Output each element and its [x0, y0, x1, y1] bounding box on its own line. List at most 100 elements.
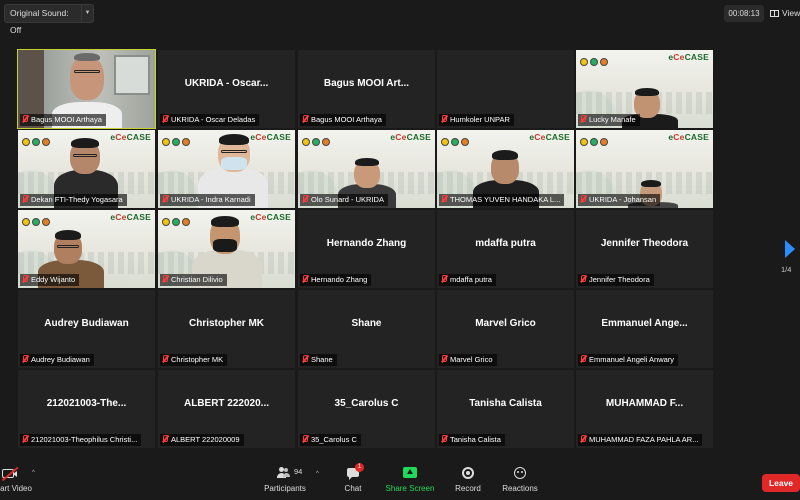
share-screen-button[interactable]: Share Screen: [385, 466, 435, 498]
participant-name-label: Bagus MOOI Arthaya: [300, 114, 386, 126]
participant-name-text: Bagus MOOI Arthaya: [311, 115, 382, 124]
ecase-logo: eCeCASE: [110, 212, 151, 222]
participant-name-label: Marvel Grico: [439, 354, 497, 366]
participant-name-display: mdaffa putra: [475, 238, 536, 249]
participant-tile[interactable]: eCeCASE Olo Sunard - UKRIDA: [298, 130, 435, 208]
sponsor-logo-icons: [441, 133, 471, 146]
participant-tile[interactable]: MUHAMMAD F... MUHAMMAD FAZA PAHLA AR...: [576, 370, 713, 448]
participant-name-label: UKRIDA - Johansan: [578, 194, 661, 206]
participant-tile[interactable]: 35_Carolus C 35_Carolus C: [298, 370, 435, 448]
participant-name-display: Audrey Budiawan: [44, 318, 129, 329]
participant-name-text: Emmanuel Angeli Anwary: [589, 355, 675, 364]
participant-tile[interactable]: Shane Shane: [298, 290, 435, 368]
participant-name-label: Emmanuel Angeli Anwary: [578, 354, 679, 366]
record-icon: [462, 467, 474, 479]
participant-tile[interactable]: Hernando Zhang Hernando Zhang: [298, 210, 435, 288]
participant-name-label: Olo Sunard - UKRIDA: [300, 194, 388, 206]
participant-tile[interactable]: Emmanuel Ange... Emmanuel Angeli Anwary: [576, 290, 713, 368]
participant-name-text: Lucky Manafe: [589, 115, 636, 124]
participant-name-display: 35_Carolus C: [334, 398, 399, 409]
mic-muted-icon: [162, 435, 168, 443]
participant-tile[interactable]: eCeCASE Lucky Manafe: [576, 50, 713, 128]
next-page-arrow-icon[interactable]: [783, 240, 797, 260]
mic-muted-icon: [162, 355, 168, 363]
mic-muted-icon: [441, 115, 447, 123]
meeting-toolbar: art Video ^ 94 Participants ^ 1 Chat Sha…: [0, 462, 800, 500]
participant-name-text: UKRIDA - Indra Karnadi: [171, 195, 251, 204]
participant-name-display: Shane: [351, 318, 382, 329]
share-screen-label: Share Screen: [385, 484, 435, 493]
participant-name-text: 35_Carolus C: [311, 435, 357, 444]
video-options-chevron-icon[interactable]: ^: [32, 470, 35, 476]
participant-tile[interactable]: eCeCASE THOMAS YUVEN HANDAKA L...: [437, 130, 574, 208]
mic-muted-icon: [22, 115, 28, 123]
participant-tile[interactable]: eCeCASE Christian Dilivio: [158, 210, 295, 288]
participant-tile[interactable]: eCeCASE Dekan FTI-Thedy Yogasara: [18, 130, 155, 208]
participant-tile[interactable]: ALBERT 222020... ALBERT 222020009: [158, 370, 295, 448]
mic-muted-icon: [302, 275, 308, 283]
participant-name-display: UKRIDA - Oscar...: [184, 78, 269, 89]
mic-muted-icon: [302, 115, 308, 123]
participant-tile[interactable]: Humkoler UNPAR: [437, 50, 574, 128]
view-label: View: [782, 8, 800, 18]
zoom-meeting-window: Original Sound: Off ▼ 00:08:13 View Bagu…: [0, 0, 800, 500]
participant-name-text: Jennifer Theodora: [589, 275, 650, 284]
ecase-logo: eCeCASE: [390, 132, 431, 142]
participant-tile[interactable]: UKRIDA - Oscar... UKRIDA - Oscar Deladas: [158, 50, 295, 128]
participant-tile[interactable]: Bagus MOOI Arthaya: [17, 49, 156, 129]
participant-tile[interactable]: eCeCASE UKRIDA - Johansan: [576, 130, 713, 208]
participant-name-label: Hernando Zhang: [300, 274, 372, 286]
participants-button[interactable]: 94 Participants: [260, 466, 310, 498]
participant-name-display: 212021003-The...: [46, 398, 127, 409]
participant-name-display: ALBERT 222020...: [183, 398, 270, 409]
participant-name-label: 35_Carolus C: [300, 434, 361, 446]
reactions-button[interactable]: Reactions: [500, 466, 540, 498]
participant-tile[interactable]: Tanisha Calista Tanisha Calista: [437, 370, 574, 448]
mic-muted-icon: [580, 275, 586, 283]
participant-tile[interactable]: Christopher MK Christopher MK: [158, 290, 295, 368]
participant-name-label: UKRIDA - Indra Karnadi: [160, 194, 255, 206]
participant-name-label: Tanisha Calista: [439, 434, 505, 446]
participant-name-display: Tanisha Calista: [469, 398, 542, 409]
sponsor-logo-icons: [22, 213, 52, 226]
chevron-down-icon[interactable]: ▼: [82, 4, 94, 23]
mic-muted-icon: [22, 195, 28, 203]
participants-count: 94: [294, 467, 303, 476]
mic-muted-icon: [580, 195, 586, 203]
participant-name-text: Marvel Grico: [450, 355, 493, 364]
participant-name-text: UKRIDA - Oscar Deladas: [171, 115, 256, 124]
page-indicator: 1/4: [781, 265, 792, 274]
mic-muted-icon: [22, 355, 28, 363]
record-button[interactable]: Record: [453, 466, 483, 498]
mic-muted-icon: [22, 275, 28, 283]
participant-tile[interactable]: 212021003-The... 212021003-Theophilus Chr…: [18, 370, 155, 448]
participant-name-display: Marvel Grico: [475, 318, 536, 329]
mic-muted-icon: [302, 195, 308, 203]
original-sound-button[interactable]: Original Sound: Off: [4, 4, 82, 35]
participant-name-label: UKRIDA - Oscar Deladas: [160, 114, 260, 126]
participant-name-text: ALBERT 222020009: [171, 435, 240, 444]
chat-button[interactable]: 1 Chat: [338, 463, 368, 498]
ecase-logo: eCeCASE: [250, 132, 291, 142]
meeting-timer: 00:08:13: [724, 5, 764, 22]
gallery-view: Bagus MOOI Arthaya UKRIDA - Oscar... UKRID…: [17, 49, 718, 450]
mic-muted-icon: [302, 355, 308, 363]
participant-tile[interactable]: Bagus MOOI Art... Bagus MOOI Arthaya: [298, 50, 435, 128]
participant-name-label: mdaffa putra: [439, 274, 496, 286]
participant-tile[interactable]: Jennifer Theodora Jennifer Theodora: [576, 210, 713, 288]
sponsor-logo-icons: [302, 133, 332, 146]
view-button[interactable]: View: [770, 5, 800, 22]
participant-name-label: THOMAS YUVEN HANDAKA L...: [439, 194, 565, 206]
participant-name-text: Christopher MK: [171, 355, 224, 364]
participant-tile[interactable]: Audrey Budiawan Audrey Budiawan: [18, 290, 155, 368]
participant-tile[interactable]: mdaffa putra mdaffa putra: [437, 210, 574, 288]
leave-button[interactable]: Leave: [762, 474, 800, 492]
ecase-logo: eCeCASE: [250, 212, 291, 222]
participant-tile[interactable]: eCeCASE Eddy Wijanto: [18, 210, 155, 288]
participant-tile[interactable]: eCeCASE UKRIDA - Indra Karnadi: [158, 130, 295, 208]
participant-name-text: Humkoler UNPAR: [450, 115, 510, 124]
participant-tile[interactable]: Marvel Grico Marvel Grico: [437, 290, 574, 368]
mic-muted-icon: [22, 435, 28, 443]
participants-options-chevron-icon[interactable]: ^: [316, 471, 319, 477]
participant-name-text: Shane: [311, 355, 333, 364]
